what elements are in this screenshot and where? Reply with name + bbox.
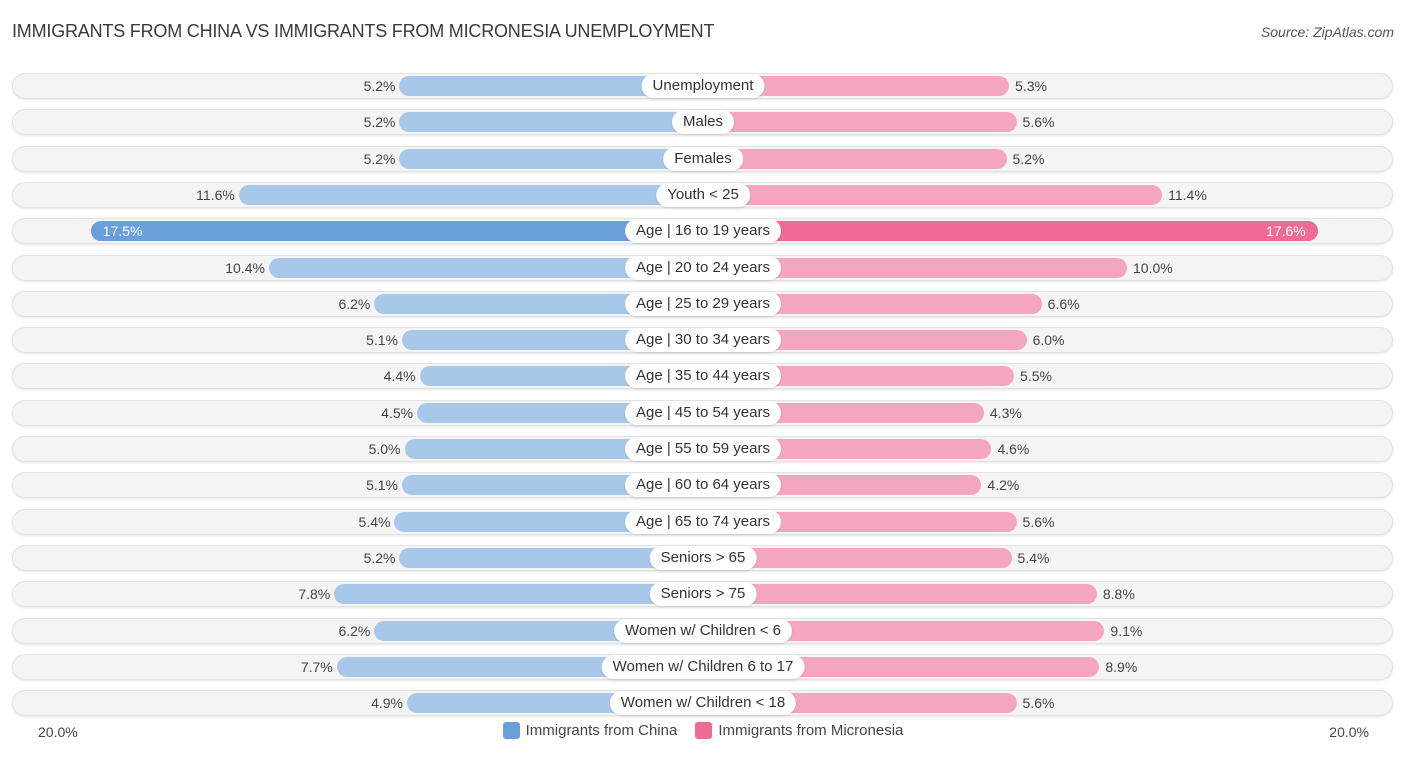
legend: Immigrants from China Immigrants from Mi…	[0, 722, 1406, 739]
category-label: Youth < 25	[656, 182, 750, 207]
category-label: Women w/ Children < 6	[613, 618, 793, 643]
bar-micronesia[interactable]	[703, 148, 1007, 169]
bar-china[interactable]	[399, 112, 703, 133]
value-label-micronesia: 5.6%	[1022, 114, 1055, 131]
category-label: Age | 65 to 74 years	[625, 509, 781, 534]
category-label: Women w/ Children 6 to 17	[601, 654, 805, 679]
value-label-micronesia: 5.3%	[1015, 78, 1047, 94]
source-label: Source: ZipAtlas.com	[1260, 24, 1394, 40]
category-label: Age | 30 to 34 years	[625, 328, 781, 353]
value-label-micronesia: 8.8%	[1102, 586, 1135, 603]
category-label: Age | 25 to 29 years	[625, 291, 781, 316]
category-label: Females	[663, 146, 743, 171]
category-label: Age | 20 to 24 years	[625, 255, 781, 280]
value-label-micronesia: 5.2%	[1012, 150, 1045, 167]
value-label-micronesia: 5.6%	[1022, 695, 1055, 712]
category-label: Seniors > 65	[649, 545, 757, 570]
category-label: Age | 60 to 64 years	[625, 473, 781, 498]
legend-label-china: Immigrants from China	[525, 722, 678, 739]
value-label-micronesia: 4.3%	[989, 404, 1022, 421]
legend-label-micronesia: Immigrants from Micronesia	[718, 722, 904, 739]
value-label-micronesia: 8.9%	[1105, 658, 1138, 675]
value-label-china: 5.2%	[363, 78, 396, 94]
value-label-micronesia: 4.2%	[987, 477, 1020, 494]
value-label-china: 5.2%	[363, 114, 396, 131]
bar-china[interactable]	[238, 184, 703, 205]
value-label-china: 4.9%	[371, 695, 404, 712]
legend-swatch-china	[502, 722, 520, 739]
value-label-china: 6.2%	[338, 622, 371, 639]
legend-item-china[interactable]: Immigrants from China	[502, 722, 678, 739]
value-label-china: 5.2%	[363, 150, 396, 167]
value-label-micronesia: 6.0%	[1032, 332, 1065, 349]
value-label-micronesia: 9.1%	[1110, 622, 1143, 639]
legend-swatch-micronesia	[695, 722, 713, 739]
value-label-micronesia: 6.6%	[1047, 295, 1080, 312]
value-label-china: 7.7%	[300, 658, 333, 675]
category-label: Age | 45 to 54 years	[625, 400, 781, 425]
bar-micronesia[interactable]	[703, 221, 1318, 242]
value-label-micronesia: 11.4%	[1168, 186, 1207, 203]
category-label: Age | 35 to 44 years	[625, 364, 781, 389]
category-label: Unemployment	[641, 74, 765, 98]
value-label-micronesia: 5.6%	[1022, 513, 1055, 530]
value-label-micronesia: 5.4%	[1017, 549, 1050, 566]
value-label-china: 4.4%	[383, 368, 416, 385]
value-label-china: 17.5%	[102, 223, 143, 240]
value-label-micronesia: 10.0%	[1133, 259, 1173, 276]
bar-micronesia[interactable]	[703, 112, 1017, 133]
bar-micronesia[interactable]	[703, 184, 1163, 205]
value-label-china: 5.4%	[358, 513, 391, 530]
value-label-china: 6.2%	[338, 295, 371, 312]
category-label: Males	[671, 110, 735, 135]
value-label-china: 5.0%	[368, 441, 401, 457]
value-label-china: 5.1%	[366, 332, 398, 349]
legend-item-micronesia[interactable]: Immigrants from Micronesia	[695, 722, 903, 739]
bar-china[interactable]	[90, 221, 703, 242]
category-label: Women w/ Children < 18	[609, 691, 797, 716]
value-label-micronesia: 5.5%	[1020, 368, 1052, 385]
value-label-china: 7.8%	[298, 586, 331, 603]
category-label: Seniors > 75	[649, 582, 757, 607]
value-label-micronesia: 4.6%	[997, 441, 1030, 457]
category-label: Age | 55 to 59 years	[625, 437, 781, 461]
value-label-micronesia: 17.6%	[1266, 223, 1306, 240]
category-label: Age | 16 to 19 years	[625, 219, 781, 244]
value-label-china: 5.2%	[363, 549, 396, 566]
value-label-china: 10.4%	[225, 259, 265, 276]
bar-china[interactable]	[399, 148, 703, 169]
value-label-china: 11.6%	[196, 186, 235, 203]
chart-title: IMMIGRANTS FROM CHINA VS IMMIGRANTS FROM…	[12, 21, 715, 41]
bar-micronesia[interactable]	[703, 584, 1097, 605]
value-label-china: 4.5%	[381, 404, 414, 421]
bar-china[interactable]	[334, 584, 703, 605]
value-label-china: 5.1%	[366, 477, 398, 494]
